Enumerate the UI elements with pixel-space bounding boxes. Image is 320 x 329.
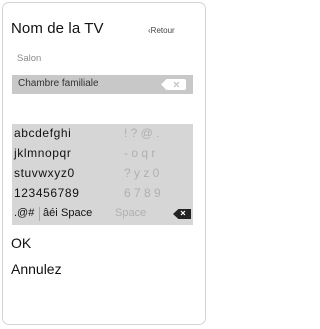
keyboard-keys[interactable]: stuvwxyz0	[14, 166, 75, 180]
backspace-icon[interactable]	[173, 209, 191, 219]
x-icon	[180, 210, 186, 216]
keyboard-keys-disabled: 6 7 8 9	[124, 186, 161, 200]
page-title: Nom de la TV	[11, 20, 104, 37]
keyboard-keys[interactable]: abcdefghi	[14, 126, 71, 140]
keyboard-keys[interactable]: 123456789	[14, 186, 79, 200]
space-key-disabled: Space	[115, 207, 147, 219]
option-salon[interactable]: Salon	[17, 53, 41, 64]
x-icon	[173, 81, 180, 88]
keyboard-keys-disabled: - o q r	[124, 146, 156, 160]
back-button[interactable]: ‹Retour	[148, 26, 175, 35]
language-key[interactable]: âéi	[43, 207, 58, 219]
cancel-button[interactable]: Annulez	[11, 261, 62, 277]
ok-button[interactable]: OK	[11, 235, 31, 251]
keyboard-row: abcdefghi ! ? @ .	[12, 125, 193, 143]
tv-name-field[interactable]: Chambre familiale	[12, 75, 193, 94]
keyboard-row: 123456789 6 7 8 9	[12, 185, 193, 203]
space-key[interactable]: Space	[61, 207, 92, 219]
keyboard-row: stuvwxyz0 ? y z 0	[12, 165, 193, 183]
key-separator	[39, 207, 40, 221]
keyboard-keys-disabled: ? y z 0	[124, 166, 160, 180]
tv-name-value: Chambre familiale	[18, 78, 99, 89]
keyboard-keys[interactable]: jklmnopqr	[14, 146, 71, 160]
keyboard-keys-disabled: ! ? @ .	[124, 126, 160, 140]
clear-icon[interactable]	[161, 79, 186, 90]
symbols-key[interactable]: .@#	[14, 207, 34, 219]
keyboard-row: .@# âéi Space Space	[12, 205, 193, 223]
keyboard-row: jklmnopqr - o q r	[12, 145, 193, 163]
onscreen-keyboard: abcdefghi ! ? @ . jklmnopqr - o q r stuv…	[12, 124, 193, 225]
